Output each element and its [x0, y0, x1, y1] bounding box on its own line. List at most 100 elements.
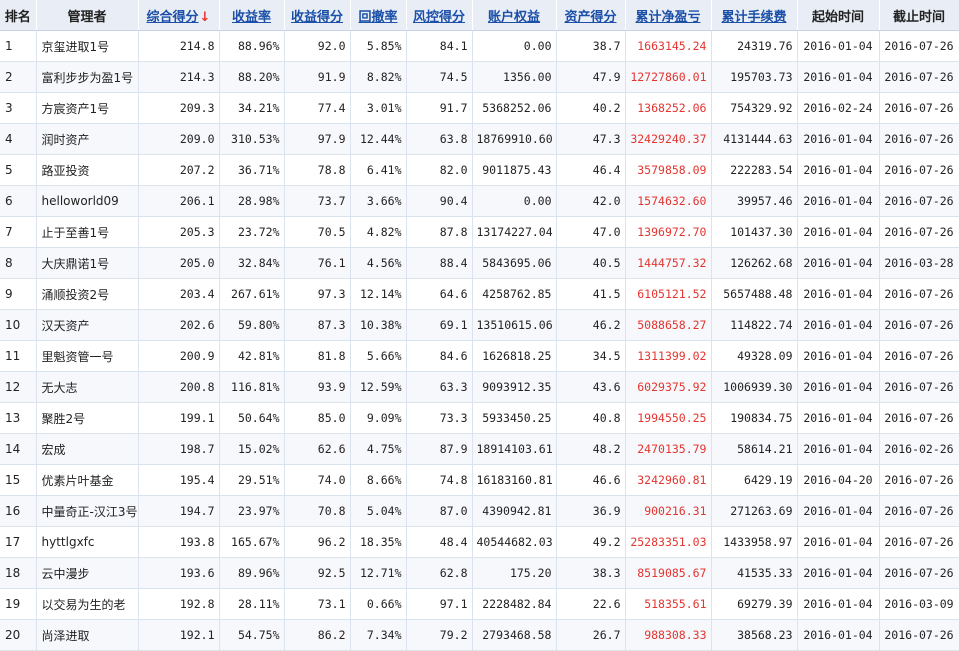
end-date-cell: 2016-07-26 [879, 495, 959, 527]
table-row: 14 宏成 198.7 15.02% 62.6 4.75% 87.9 18914103.61 4… [0, 433, 959, 465]
return-rate-cell: 88.20% [219, 61, 285, 93]
table-row: 16 中量奇正-汉江3号 194.7 23.97% 70.8 5.04% 87.0 43909… [0, 495, 959, 527]
total-score-cell: 192.8 [138, 588, 220, 620]
fees-cell: 126262.68 [711, 247, 798, 279]
return-rate-cell: 59.80% [219, 309, 285, 341]
drawdown-cell: 4.75% [350, 433, 407, 465]
total-score-cell: 202.6 [138, 309, 220, 341]
header-return-score-sort[interactable]: 收益得分 [284, 0, 351, 31]
risk-score-cell: 63.3 [406, 371, 473, 403]
total-score-cell: 209.0 [138, 123, 220, 155]
fees-cell: 5657488.48 [711, 278, 798, 310]
net-pnl-cell: 6029375.92 [625, 371, 712, 403]
manager-name-cell: 富利步步为盈1号 [36, 61, 139, 93]
manager-name-cell: helloworld09 [36, 185, 139, 217]
start-date-cell: 2016-01-04 [797, 216, 880, 248]
equity-cell: 13510615.06 [472, 309, 557, 341]
table-row: 3 方宸资产1号 209.3 34.21% 77.4 3.01% 91.7 5368252.0… [0, 92, 959, 124]
rank-cell: 11 [0, 340, 37, 372]
equity-cell: 4390942.81 [472, 495, 557, 527]
equity-cell: 5368252.06 [472, 92, 557, 124]
return-score-cell: 73.7 [284, 185, 351, 217]
equity-cell: 9011875.43 [472, 154, 557, 186]
fees-cell: 69279.39 [711, 588, 798, 620]
drawdown-cell: 5.85% [350, 30, 407, 62]
header-drawdown-label: 回撤率 [358, 9, 398, 25]
table-row: 11 里魁资管一号 200.9 42.81% 81.8 5.66% 84.6 1626818.… [0, 340, 959, 372]
header-asset-score-label: 资产得分 [564, 9, 617, 25]
header-fees-sort[interactable]: 累计手续费 [711, 0, 798, 31]
net-pnl-cell: 1396972.70 [625, 216, 712, 248]
end-date-cell: 2016-02-26 [879, 433, 959, 465]
table-row: 7 止于至善1号 205.3 23.72% 70.5 4.82% 87.8 13174227.… [0, 216, 959, 248]
manager-name-cell: 聚胜2号 [36, 402, 139, 434]
table-row: 19 以交易为生的老 192.8 28.11% 73.1 0.66% 97.1 2228482… [0, 588, 959, 620]
start-date-cell: 2016-01-04 [797, 433, 880, 465]
equity-cell: 175.20 [472, 557, 557, 589]
sort-desc-arrow-icon: ↓ [199, 9, 211, 25]
end-date-cell: 2016-07-26 [879, 30, 959, 62]
fees-cell: 49328.09 [711, 340, 798, 372]
header-drawdown-sort[interactable]: 回撤率 [350, 0, 407, 31]
start-date-cell: 2016-01-04 [797, 557, 880, 589]
risk-score-cell: 64.6 [406, 278, 473, 310]
total-score-cell: 193.8 [138, 526, 220, 558]
net-pnl-cell: 988308.33 [625, 619, 712, 651]
total-score-cell: 200.9 [138, 340, 220, 372]
header-equity-sort[interactable]: 账户权益 [472, 0, 557, 31]
risk-score-cell: 79.2 [406, 619, 473, 651]
return-score-cell: 91.9 [284, 61, 351, 93]
header-total-score-sort[interactable]: 综合得分↓ [138, 0, 220, 31]
manager-name-cell: hyttlgxfc [36, 526, 139, 558]
table-row: 18 云中漫步 193.6 89.96% 92.5 12.71% 62.8 175.20 38.… [0, 557, 959, 589]
drawdown-cell: 6.41% [350, 154, 407, 186]
fees-cell: 4131444.63 [711, 123, 798, 155]
ranking-table: 排名 管理者 综合得分↓ 收益率 收益得分 回撤率 风控得分 账户权益 资产得分… [0, 0, 959, 651]
total-score-cell: 199.1 [138, 402, 220, 434]
drawdown-cell: 3.01% [350, 92, 407, 124]
fees-cell: 1006939.30 [711, 371, 798, 403]
net-pnl-cell: 6105121.52 [625, 278, 712, 310]
return-score-cell: 73.1 [284, 588, 351, 620]
return-rate-cell: 310.53% [219, 123, 285, 155]
rank-cell: 16 [0, 495, 37, 527]
rank-cell: 5 [0, 154, 37, 186]
manager-name-cell: 大庆鼎诺1号 [36, 247, 139, 279]
end-date-cell: 2016-07-26 [879, 557, 959, 589]
fees-cell: 222283.54 [711, 154, 798, 186]
asset-score-cell: 36.9 [556, 495, 626, 527]
rank-cell: 3 [0, 92, 37, 124]
rank-cell: 14 [0, 433, 37, 465]
rank-cell: 19 [0, 588, 37, 620]
asset-score-cell: 47.0 [556, 216, 626, 248]
equity-cell: 1626818.25 [472, 340, 557, 372]
header-row: 排名 管理者 综合得分↓ 收益率 收益得分 回撤率 风控得分 账户权益 资产得分… [0, 0, 959, 31]
end-date-cell: 2016-07-26 [879, 278, 959, 310]
table-row: 15 优素片叶基金 195.4 29.51% 74.0 8.66% 74.8 16183160… [0, 464, 959, 496]
rank-cell: 8 [0, 247, 37, 279]
risk-score-cell: 82.0 [406, 154, 473, 186]
end-date-cell: 2016-07-26 [879, 154, 959, 186]
asset-score-cell: 38.3 [556, 557, 626, 589]
return-rate-cell: 267.61% [219, 278, 285, 310]
header-start-date: 起始时间 [797, 0, 880, 31]
asset-score-cell: 46.4 [556, 154, 626, 186]
net-pnl-cell: 518355.61 [625, 588, 712, 620]
end-date-cell: 2016-07-26 [879, 309, 959, 341]
header-net-pnl-sort[interactable]: 累计净盈亏 [625, 0, 712, 31]
asset-score-cell: 49.2 [556, 526, 626, 558]
return-score-cell: 74.0 [284, 464, 351, 496]
header-risk-score-sort[interactable]: 风控得分 [406, 0, 473, 31]
header-fees-label: 累计手续费 [721, 9, 787, 25]
fees-cell: 58614.21 [711, 433, 798, 465]
header-asset-score-sort[interactable]: 资产得分 [556, 0, 626, 31]
start-date-cell: 2016-01-04 [797, 61, 880, 93]
asset-score-cell: 38.7 [556, 30, 626, 62]
header-return-rate-sort[interactable]: 收益率 [219, 0, 285, 31]
asset-score-cell: 41.5 [556, 278, 626, 310]
drawdown-cell: 18.35% [350, 526, 407, 558]
manager-name-cell: 尚泽进取 [36, 619, 139, 651]
equity-cell: 18769910.60 [472, 123, 557, 155]
manager-name-cell: 中量奇正-汉江3号 [36, 495, 139, 527]
return-rate-cell: 28.98% [219, 185, 285, 217]
